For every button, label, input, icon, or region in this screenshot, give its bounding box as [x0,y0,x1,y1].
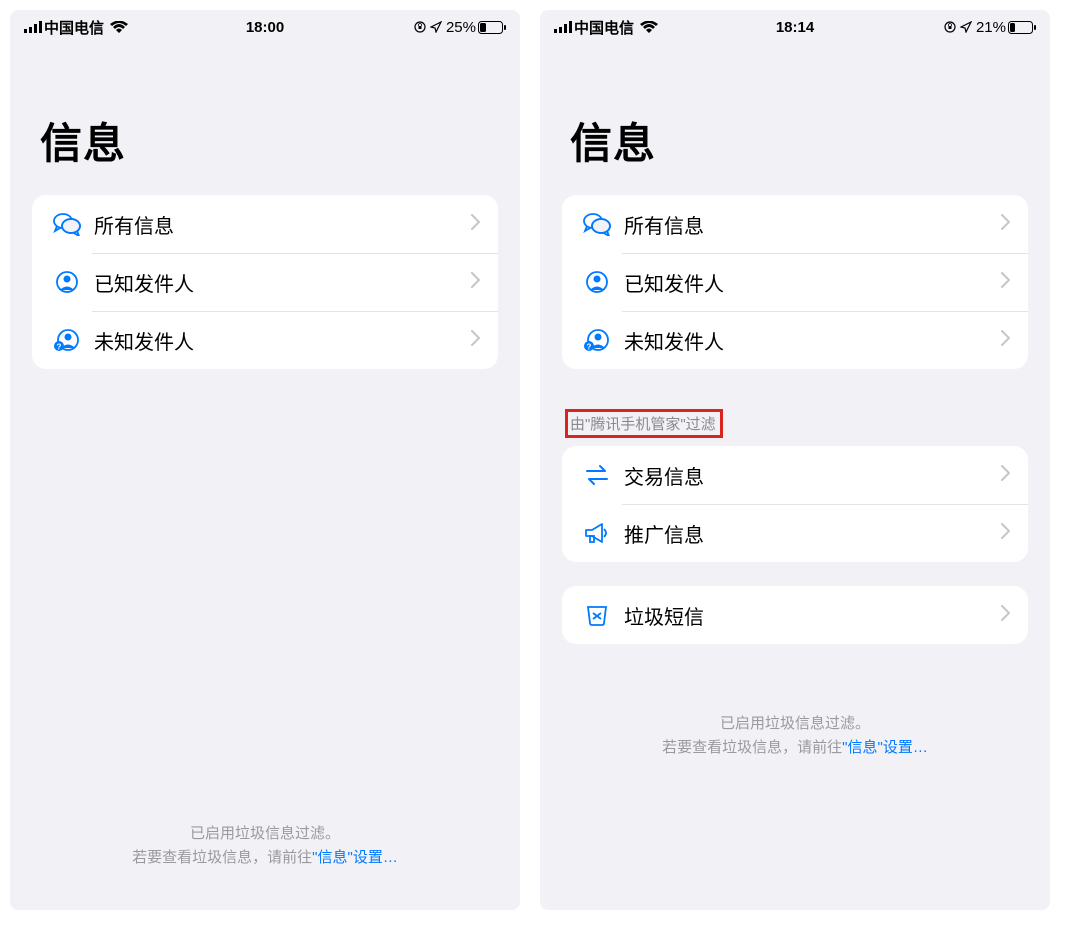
footer-note: 已启用垃圾信息过滤。 若要查看垃圾信息，请前往"信息"设置… [540,668,1050,760]
person-question-icon: ? [50,328,84,352]
chevron-right-icon [1001,272,1010,293]
chevron-right-icon [1001,214,1010,235]
row-label: 垃圾短信 [624,601,1001,630]
phone-screen-left: 中国电信 18:00 25% 信息 [10,10,520,910]
orientation-lock-icon [414,21,426,33]
orientation-lock-icon [944,21,956,33]
row-transactions[interactable]: 交易信息 [562,446,1028,504]
status-time: 18:14 [776,19,814,36]
row-known-senders[interactable]: 已知发件人 [562,253,1028,311]
page-title: 信息 [540,40,1050,195]
megaphone-icon [580,522,614,544]
row-label: 未知发件人 [94,326,471,355]
carrier-label: 中国电信 [574,17,634,38]
svg-text:?: ? [587,343,592,352]
row-label: 已知发件人 [94,268,471,297]
battery-percent: 25% [446,19,476,36]
person-icon [580,270,614,294]
footer-note: 已启用垃圾信息过滤。 若要查看垃圾信息，请前往"信息"设置… [10,822,520,870]
row-label: 交易信息 [624,461,1001,490]
status-time: 18:00 [246,19,284,36]
row-label: 已知发件人 [624,268,1001,297]
page-title: 信息 [10,40,520,195]
junk-card: 垃圾短信 [562,586,1028,644]
chat-icon [580,212,614,236]
highlight-box: 由"腾讯手机管家"过滤 [565,409,723,438]
row-known-senders[interactable]: 已知发件人 [32,253,498,311]
chevron-right-icon [471,330,480,351]
row-junk[interactable]: 垃圾短信 [562,586,1028,644]
person-icon [50,270,84,294]
row-all-messages[interactable]: 所有信息 [562,195,1028,253]
chevron-right-icon [471,214,480,235]
footer-line1: 已启用垃圾信息过滤。 [560,712,1030,736]
main-card: 所有信息 已知发件人 ? 未知发件人 [32,195,498,369]
signal-icon [554,21,572,33]
chevron-right-icon [471,272,480,293]
row-unknown-senders[interactable]: ? 未知发件人 [32,311,498,369]
footer-settings-link[interactable]: "信息"设置… [312,849,398,866]
battery-percent: 21% [976,19,1006,36]
svg-text:?: ? [57,343,62,352]
signal-icon [24,21,42,33]
row-promotions[interactable]: 推广信息 [562,504,1028,562]
row-all-messages[interactable]: 所有信息 [32,195,498,253]
phone-screen-right: 中国电信 18:14 21% 信息 [540,10,1050,910]
battery-icon [478,21,506,34]
chevron-right-icon [1001,605,1010,626]
location-icon [960,21,972,33]
person-question-icon: ? [580,328,614,352]
chat-icon [50,212,84,236]
chevron-right-icon [1001,330,1010,351]
footer-line1: 已启用垃圾信息过滤。 [30,822,500,846]
battery-icon [1008,21,1036,34]
footer-line2-text: 若要查看垃圾信息，请前往 [132,849,312,866]
filter-section-header: 由"腾讯手机管家"过滤 [540,401,1050,446]
row-label: 所有信息 [624,210,1001,239]
row-label: 未知发件人 [624,326,1001,355]
chevron-right-icon [1001,523,1010,544]
chevron-right-icon [1001,465,1010,486]
exchange-icon [580,464,614,486]
main-card: 所有信息 已知发件人 ? 未知发件人 [562,195,1028,369]
footer-settings-link[interactable]: "信息"设置… [842,739,928,756]
filter-card: 交易信息 推广信息 [562,446,1028,562]
status-bar: 中国电信 18:14 21% [540,14,1050,40]
row-unknown-senders[interactable]: ? 未知发件人 [562,311,1028,369]
wifi-icon [640,21,658,33]
footer-line2-text: 若要查看垃圾信息，请前往 [662,739,842,756]
row-label: 所有信息 [94,210,471,239]
row-label: 推广信息 [624,519,1001,548]
trash-icon [580,604,614,626]
location-icon [430,21,442,33]
wifi-icon [110,21,128,33]
carrier-label: 中国电信 [44,17,104,38]
status-bar: 中国电信 18:00 25% [10,14,520,40]
